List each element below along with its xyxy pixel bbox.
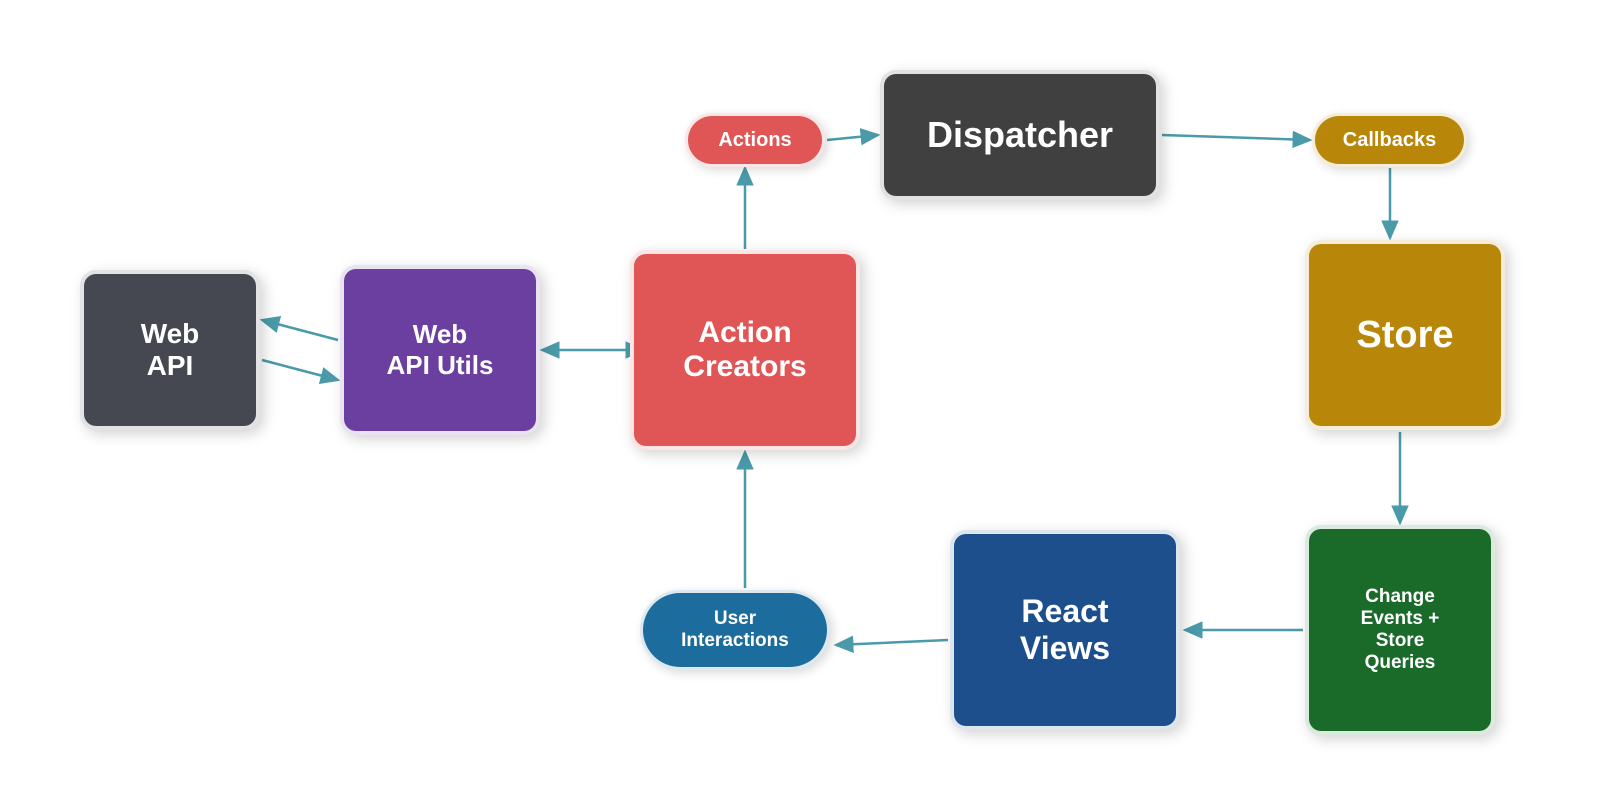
actions-label: Actions [718, 129, 791, 152]
change-events-label: Change Events + Store Queries [1361, 586, 1440, 674]
web-api-utils-label: Web API Utils [387, 319, 494, 381]
react-views-label: React Views [1020, 593, 1110, 667]
callbacks-pill: Callbacks [1312, 113, 1467, 167]
callbacks-label: Callbacks [1343, 129, 1436, 152]
action-creators-label: Action Creators [683, 316, 806, 384]
action-creators-node: Action Creators [630, 250, 860, 450]
dispatcher-label: Dispatcher [927, 114, 1113, 156]
user-interactions-label: User Interactions [681, 608, 789, 652]
actions-pill: Actions [685, 113, 825, 167]
web-api-label: Web API [141, 318, 200, 382]
change-events-node: Change Events + Store Queries [1305, 525, 1495, 735]
web-api-node: Web API [80, 270, 260, 430]
store-node: Store [1305, 240, 1505, 430]
dispatcher-node: Dispatcher [880, 70, 1160, 200]
flux-diagram: Dispatcher Actions Action Creators Web A… [0, 0, 1600, 799]
store-label: Store [1356, 314, 1453, 357]
web-api-utils-node: Web API Utils [340, 265, 540, 435]
react-views-node: React Views [950, 530, 1180, 730]
user-interactions-pill: User Interactions [640, 590, 830, 670]
